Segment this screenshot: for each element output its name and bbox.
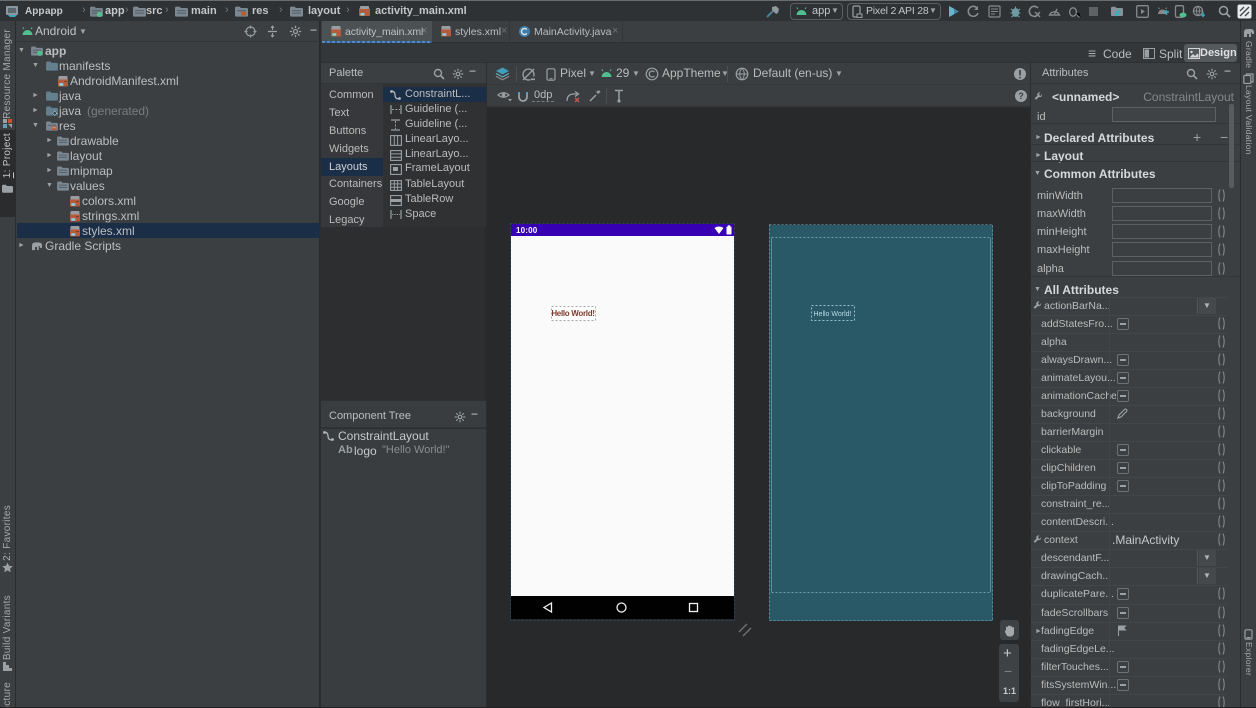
svg-text:?: ? <box>1018 91 1024 101</box>
